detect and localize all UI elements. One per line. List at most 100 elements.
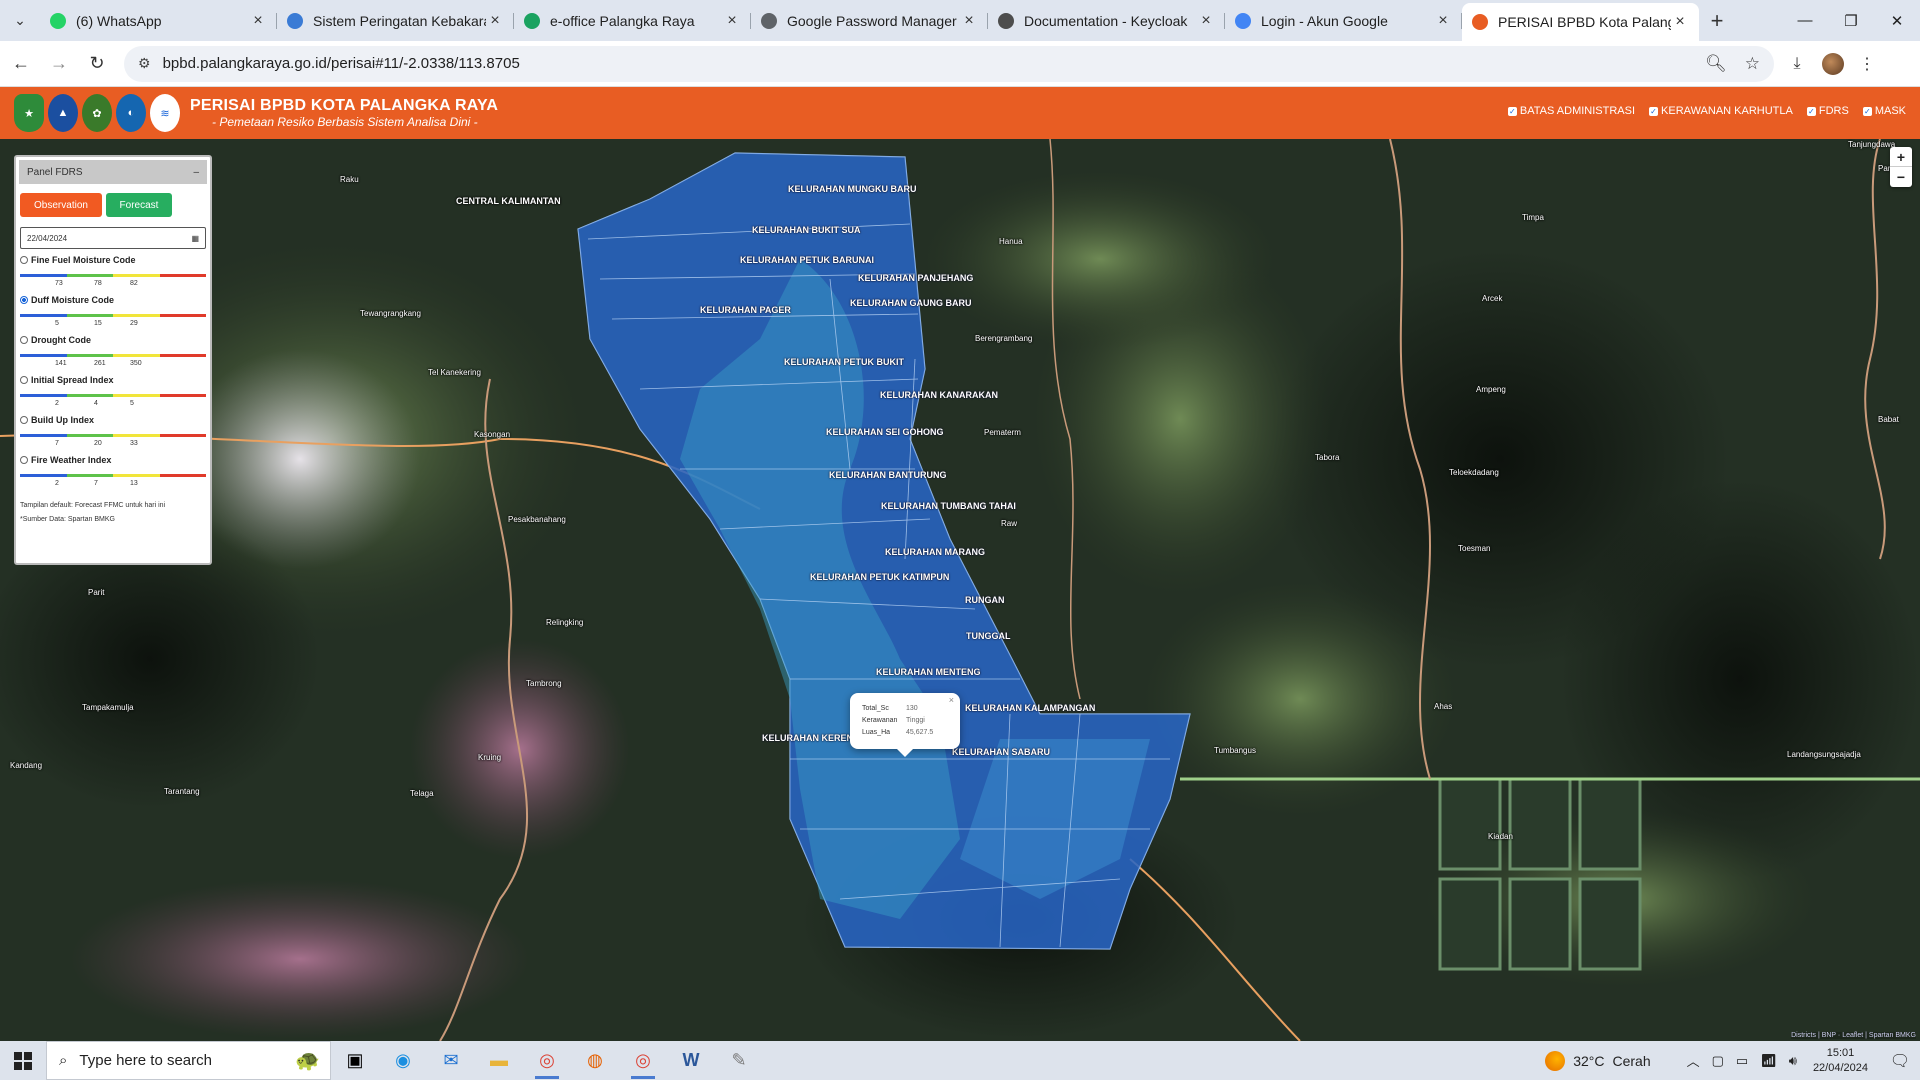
place-label: Ampeng: [1476, 385, 1506, 394]
tab-close-icon[interactable]: ×: [723, 12, 741, 30]
fdrs-index-option[interactable]: Initial Spread Index 2 4 5: [20, 375, 206, 409]
layer-toggle[interactable]: ✓ MASK: [1862, 105, 1906, 117]
minimize-button[interactable]: —: [1782, 0, 1828, 41]
browser-tab[interactable]: (6) WhatsApp ×: [40, 4, 277, 38]
layer-toggle[interactable]: ✓ FDRS: [1806, 105, 1849, 117]
radio-button[interactable]: [20, 376, 28, 384]
firefox-icon[interactable]: ◍: [571, 1041, 619, 1080]
map-view[interactable]: KELURAHAN MUNGKU BARU KELURAHAN BUKIT SUA…: [0, 139, 1920, 1041]
notification-icon[interactable]: 🗨︎: [1880, 1051, 1920, 1071]
zoom-magnifier-icon[interactable]: 🔍︎: [1705, 54, 1727, 74]
paint-icon[interactable]: ✎: [715, 1041, 763, 1080]
scale-ticks: 141 261 350: [20, 357, 206, 369]
restore-button[interactable]: ❐: [1828, 0, 1874, 41]
google-icon: [1235, 13, 1251, 29]
fdrs-index-option[interactable]: Fine Fuel Moisture Code 73 78 82: [20, 255, 206, 289]
index-label: Drought Code: [31, 335, 91, 345]
browser-menu-icon[interactable]: ⋮: [1850, 47, 1884, 81]
zoom-out-button[interactable]: −: [1890, 167, 1912, 187]
new-tab-button[interactable]: +: [1699, 4, 1735, 38]
temperature: 32°C: [1573, 1052, 1605, 1069]
checkbox-checked-icon[interactable]: ✓: [1806, 106, 1816, 116]
layer-toggle[interactable]: ✓ BATAS ADMINISTRASI: [1507, 105, 1635, 117]
radio-button[interactable]: [20, 336, 28, 344]
kelurahan-label: KELURAHAN KALAMPANGAN: [965, 703, 1096, 713]
chevron-up-icon[interactable]: ︿: [1687, 1051, 1700, 1070]
date-picker[interactable]: 22/04/2024 ▦: [20, 227, 206, 249]
word-icon[interactable]: W: [667, 1041, 715, 1080]
kelurahan-label: KELURAHAN BUKIT SUA: [752, 225, 861, 235]
scale-tick-label: 7: [94, 480, 98, 487]
chrome-profile-icon[interactable]: ◎: [619, 1041, 667, 1080]
window-controls: — ❐ ✕: [1782, 0, 1920, 41]
fdrs-index-option[interactable]: Duff Moisture Code 5 15 29: [20, 295, 206, 329]
calendar-icon[interactable]: ▦: [191, 234, 199, 243]
checkbox-checked-icon[interactable]: ✓: [1507, 106, 1517, 116]
site-info-icon[interactable]: ⚙: [138, 55, 151, 72]
download-icon[interactable]: ⤓: [1780, 47, 1814, 81]
place-label: Tambrong: [526, 679, 562, 688]
scale-tick-label: 15: [94, 320, 102, 327]
fdrs-index-option[interactable]: Build Up Index 7 20 33: [20, 415, 206, 449]
radio-button[interactable]: [20, 416, 28, 424]
taskbar-search[interactable]: ⌕ Type here to search 🐢: [46, 1041, 331, 1080]
profile-avatar[interactable]: [1822, 52, 1844, 75]
radio-button[interactable]: [20, 296, 28, 304]
volume-icon[interactable]: 🔊︎: [1789, 1053, 1797, 1069]
reload-icon[interactable]: ↻: [80, 47, 114, 81]
layer-toggle[interactable]: ✓ KERAWANAN KARHUTLA: [1649, 105, 1793, 117]
checkbox-checked-icon[interactable]: ✓: [1862, 106, 1872, 116]
network-icon[interactable]: 📶︎: [1760, 1053, 1777, 1069]
logo-group: ★ ▲ ✿ ◐ ≋: [14, 94, 180, 132]
radio-button[interactable]: [20, 256, 28, 264]
file-explorer-icon[interactable]: ▬: [475, 1041, 523, 1080]
zoom-control: + −: [1890, 147, 1912, 187]
browser-tab[interactable]: Google Password Manager ×: [751, 4, 988, 38]
place-label: Timpa: [1522, 213, 1544, 222]
windows-start-icon[interactable]: [0, 1041, 46, 1080]
radio-button[interactable]: [20, 456, 28, 464]
url-text[interactable]: bpbd.palangkaraya.go.id/perisai#11/-2.03…: [163, 55, 1688, 72]
forward-arrow-icon[interactable]: →: [42, 47, 76, 81]
bookmark-star-icon[interactable]: ☆: [1745, 54, 1760, 74]
observation-button[interactable]: Observation: [20, 193, 102, 217]
kelurahan-label: RUNGAN: [965, 595, 1005, 605]
checkbox-checked-icon[interactable]: ✓: [1649, 106, 1659, 116]
date-value: 22/04/2024: [27, 233, 68, 243]
edge-icon[interactable]: ◉: [379, 1041, 427, 1080]
tab-close-icon[interactable]: ×: [1434, 12, 1452, 30]
tab-close-icon[interactable]: ×: [960, 12, 978, 30]
display-icon[interactable]: ▭: [1736, 1053, 1748, 1069]
scale-tick-label: 2: [55, 400, 59, 407]
forecast-button[interactable]: Forecast: [106, 193, 172, 217]
scale-ticks: 2 4 5: [20, 397, 206, 409]
tab-close-icon[interactable]: ×: [1671, 13, 1689, 31]
browser-tab[interactable]: Sistem Peringatan Kebakaran H×: [277, 4, 514, 38]
chrome-icon[interactable]: ◎: [523, 1041, 571, 1080]
tab-close-icon[interactable]: ×: [486, 12, 504, 30]
tab-close-icon[interactable]: ×: [249, 12, 267, 30]
browser-tab[interactable]: Documentation - Keycloak ×: [988, 4, 1225, 38]
popup-close-button[interactable]: ×: [949, 695, 954, 705]
clock-time: 15:01: [1826, 1046, 1855, 1059]
clock[interactable]: 15:01 22/04/2024: [1813, 1046, 1868, 1076]
tab-search-chevron-icon[interactable]: ⌄: [0, 0, 40, 41]
browser-tab[interactable]: PERISAI BPBD Kota Palangka R×: [1462, 3, 1699, 41]
browser-tab[interactable]: Login - Akun Google ×: [1225, 4, 1462, 38]
panel-collapse-button[interactable]: –: [193, 167, 199, 178]
close-window-button[interactable]: ✕: [1874, 0, 1920, 41]
fdrs-index-option[interactable]: Drought Code 141 261 350: [20, 335, 206, 369]
browser-tab[interactable]: e-office Palangka Raya ×: [514, 4, 751, 38]
zoom-in-button[interactable]: +: [1890, 147, 1912, 167]
back-arrow-icon[interactable]: ←: [4, 47, 38, 81]
meet-now-icon[interactable]: ▢: [1712, 1053, 1724, 1069]
tab-close-icon[interactable]: ×: [1197, 12, 1215, 30]
address-bar[interactable]: ⚙ bpbd.palangkaraya.go.id/perisai#11/-2.…: [124, 45, 1774, 82]
place-label: Babat: [1878, 415, 1899, 424]
fdrs-index-option[interactable]: Fire Weather Index 2 7 13: [20, 455, 206, 489]
mail-icon[interactable]: ✉: [427, 1041, 475, 1080]
place-label: Toesman: [1458, 544, 1491, 553]
map-attribution[interactable]: Districts | BNP · Leaflet | Spartan BMKG: [1791, 1032, 1916, 1039]
task-view-icon[interactable]: ▣: [331, 1041, 379, 1080]
weather-widget[interactable]: 32°C Cerah: [1545, 1050, 1651, 1071]
